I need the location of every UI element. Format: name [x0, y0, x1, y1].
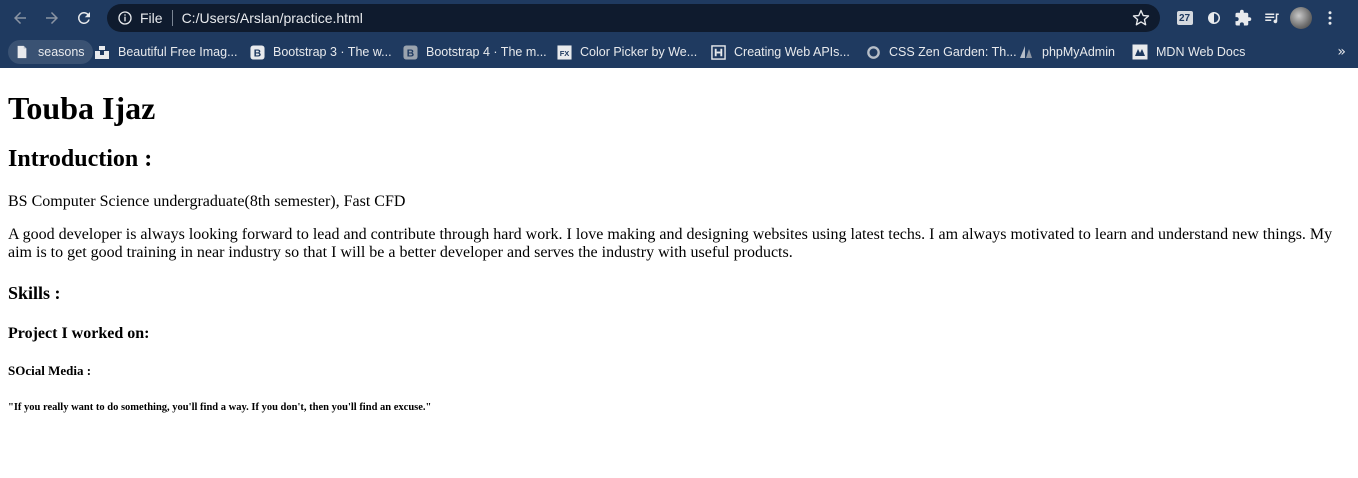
bookmark-phpmyadmin[interactable]: phpMyAdmin: [1018, 40, 1115, 64]
bookmark-seasons[interactable]: seasons: [8, 40, 93, 64]
bookmark-unsplash[interactable]: Beautiful Free Imag...: [94, 40, 238, 64]
api-icon: [710, 44, 726, 60]
url-text[interactable]: C:/Users/Arslan/practice.html: [182, 10, 363, 26]
bookmark-label: Creating Web APIs...: [734, 45, 850, 59]
shield-icon: [1207, 12, 1220, 24]
page-title: Touba Ijaz: [8, 90, 156, 126]
svg-text:FX: FX: [559, 48, 569, 57]
bookmark-label: Beautiful Free Imag...: [118, 45, 238, 59]
education-text: BS Computer Science undergraduate(8th se…: [8, 193, 406, 210]
bookmark-label: Color Picker by We...: [580, 45, 698, 59]
profile-button[interactable]: [1286, 0, 1315, 36]
more-bookmarks-button[interactable]: »: [1337, 44, 1346, 60]
introduction-heading: Introduction :: [8, 146, 153, 172]
reload-button[interactable]: [68, 0, 100, 36]
bookmark-bootstrap-3[interactable]: B Bootstrap 3 · The w...: [249, 40, 392, 64]
site-info-icon[interactable]: [117, 10, 133, 26]
bookmark-label: phpMyAdmin: [1042, 45, 1115, 59]
back-arrow-icon: [14, 12, 26, 24]
calendar-badge: 27: [1176, 11, 1193, 25]
page-content: Touba Ijaz Introduction : BS Computer Sc…: [0, 89, 1358, 414]
page-icon: [14, 44, 30, 60]
bookmark-css-zen-garden[interactable]: CSS Zen Garden: Th...: [865, 40, 1017, 64]
extensions-area: 27: [1170, 0, 1344, 36]
bookmark-star-icon[interactable]: [1132, 9, 1150, 27]
bookmark-label: Bootstrap 3 · The w...: [273, 45, 392, 59]
menu-button[interactable]: [1315, 0, 1344, 36]
bookmark-label: MDN Web Docs: [1156, 45, 1246, 59]
bookmark-color-picker[interactable]: FX Color Picker by We...: [556, 40, 697, 64]
bookmark-mdn[interactable]: MDN Web Docs: [1132, 40, 1245, 64]
back-button[interactable]: [4, 0, 36, 36]
circle-icon: [865, 44, 881, 60]
address-bar[interactable]: File C:/Users/Arslan/practice.html: [107, 4, 1160, 32]
kebab-menu-icon: [1328, 11, 1331, 25]
browser-toolbar: File C:/Users/Arslan/practice.html 27: [0, 0, 1358, 36]
omnibox-divider: [171, 10, 173, 26]
fx-icon: FX: [556, 44, 572, 60]
reload-icon: [77, 11, 90, 24]
calendar-extension-button[interactable]: 27: [1170, 0, 1199, 36]
skills-heading: Skills :: [8, 283, 61, 303]
projects-heading: Project I worked on:: [8, 325, 150, 342]
about-text: A good developer is always looking forwa…: [8, 226, 1333, 261]
puzzle-icon: [1235, 9, 1251, 26]
bookmark-bootstrap-4[interactable]: B Bootstrap 4 · The m...: [402, 40, 547, 64]
forward-arrow-icon: [46, 12, 58, 24]
svg-text:B: B: [406, 48, 413, 59]
bookmark-web-apis[interactable]: Creating Web APIs...: [710, 40, 850, 64]
forward-button[interactable]: [36, 0, 68, 36]
quote-text: "If you really want to do something, you…: [8, 402, 432, 413]
bookmarks-bar: seasons Beautiful Free Imag... B Bootstr…: [0, 36, 1358, 68]
bookmark-label: CSS Zen Garden: Th...: [889, 45, 1017, 59]
extensions-button[interactable]: [1228, 0, 1257, 36]
shield-extension-button[interactable]: [1199, 0, 1228, 36]
bookmark-label: seasons: [38, 45, 85, 59]
bootstrap-icon: B: [249, 44, 265, 60]
avatar: [1289, 7, 1312, 29]
bookmark-label: Bootstrap 4 · The m...: [426, 45, 547, 59]
bootstrap-icon: B: [402, 44, 418, 60]
playlist-icon: [1264, 13, 1279, 24]
url-scheme-label: File: [140, 10, 163, 26]
unsplash-icon: [94, 44, 110, 60]
mdn-icon: [1132, 44, 1148, 60]
sail-icon: [1018, 44, 1034, 60]
social-media-heading: SOcial Media :: [8, 363, 92, 378]
svg-text:B: B: [253, 48, 260, 59]
reading-list-button[interactable]: [1257, 0, 1286, 36]
